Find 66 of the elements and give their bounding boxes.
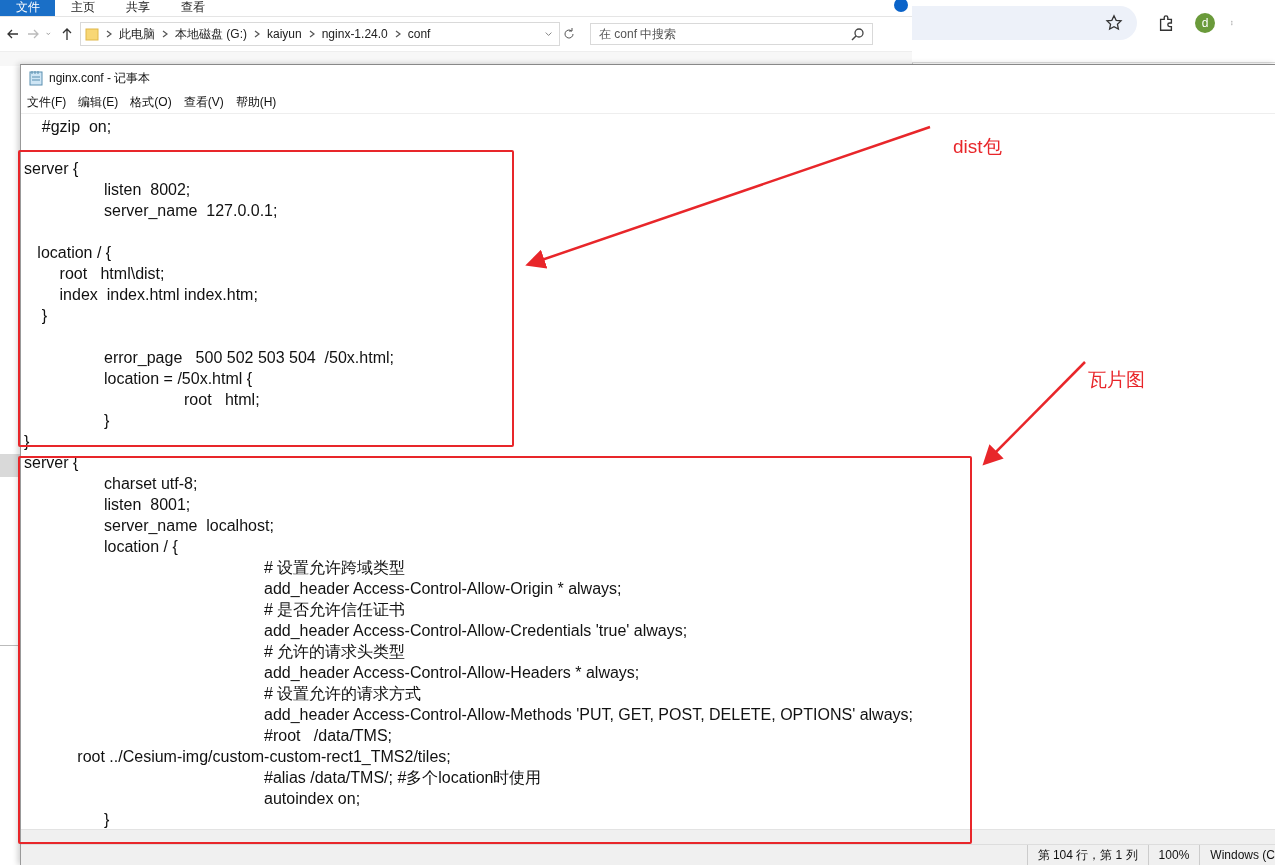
code-line: # 设置允许的请求方式	[263, 684, 422, 704]
code-line: add_header Access-Control-Allow-Methods 'PUT, GET, POST, DELETE, OPTIONS' always;	[263, 705, 913, 725]
code-line: location / {	[103, 537, 178, 557]
chevron-right-icon	[307, 30, 316, 38]
code-line: }	[40, 306, 48, 326]
code-line: }	[103, 411, 110, 431]
breadcrumb[interactable]: conf	[407, 27, 431, 41]
search-icon[interactable]	[851, 27, 865, 41]
annotation-label: 瓦片图	[1088, 368, 1145, 392]
breadcrumb[interactable]: nginx-1.24.0	[321, 27, 388, 41]
code-line: #root /data/TMS;	[263, 726, 393, 746]
code-line: error_page 500 502 503 504 /50x.html;	[103, 348, 394, 368]
chevron-right-icon	[253, 30, 261, 38]
menu-item[interactable]: 查看(V)	[183, 93, 224, 111]
up-arrow-icon[interactable]	[60, 27, 74, 41]
code-line: add_header Access-Control-Allow-Origin * always;	[263, 579, 622, 599]
horizontal-scrollbar[interactable]	[21, 829, 1275, 844]
chevron-right-icon	[393, 30, 402, 38]
menu-item[interactable]: 文件(F)	[27, 93, 67, 111]
annotation-label: dist包	[953, 135, 1002, 159]
code-line: index index.html index.htm;	[58, 285, 258, 305]
code-line: # 允许的请求头类型	[263, 642, 406, 662]
code-line: # 设置允许跨域类型	[263, 558, 406, 578]
window-title: nginx.conf - 记事本	[49, 69, 151, 87]
code-line: }	[103, 810, 110, 829]
back-arrow-icon[interactable]	[6, 27, 20, 41]
chevron-right-icon	[161, 30, 169, 38]
code-line: server {	[24, 159, 79, 179]
breadcrumb[interactable]: 本地磁盘 (G:)	[175, 25, 247, 43]
line-ending: Windows (C	[1199, 845, 1275, 865]
address-bar[interactable]: 此电脑 本地磁盘 (G:) kaiyun nginx-1.24.0 conf	[80, 22, 560, 46]
ribbon-tab[interactable]: 共享	[110, 0, 165, 16]
code-line: add_header Access-Control-Allow-Credentials 'true' always;	[263, 621, 688, 641]
menu-item[interactable]: 编辑(E)	[78, 93, 119, 111]
file-row-highlight	[0, 454, 20, 477]
code-line: charset utf-8;	[103, 474, 198, 494]
folder-icon	[85, 27, 99, 41]
code-line: location = /50x.html {	[103, 369, 253, 389]
code-line: root html;	[183, 390, 260, 410]
code-line: autoindex on;	[263, 789, 361, 809]
menu-item[interactable]: 帮助(H)	[235, 93, 277, 111]
code-line: # 是否允许信任证书	[263, 600, 406, 620]
code-line: add_header Access-Control-Allow-Headers * always;	[263, 663, 640, 683]
ribbon-tab[interactable]: 查看	[165, 0, 220, 16]
puzzle-icon[interactable]	[1157, 14, 1175, 32]
refresh-icon[interactable]	[562, 27, 576, 41]
code-line: location / {	[36, 243, 112, 263]
code-line: server_name localhost;	[103, 516, 274, 536]
search-field[interactable]: 在 conf 中搜索	[590, 23, 873, 45]
chevron-right-icon	[105, 30, 113, 38]
menu-item[interactable]: 格式(O)	[130, 93, 172, 111]
code-line: root html\dist;	[58, 264, 165, 284]
ribbon-tab[interactable]: 主页	[55, 0, 110, 16]
zoom-level: 100%	[1147, 845, 1200, 865]
breadcrumb[interactable]: 此电脑	[119, 25, 155, 43]
code-line: root ../Cesium-img/custom-custom-rect1_TMS2/tiles;	[76, 747, 451, 767]
code-line: server_name 127.0.0.1;	[103, 201, 278, 221]
notepad-icon	[29, 70, 43, 86]
cursor-position: 第 104 行，第 1 列	[1026, 845, 1148, 865]
star-icon[interactable]	[1105, 14, 1123, 32]
ribbon-tab[interactable]: 文件	[0, 0, 55, 16]
breadcrumb[interactable]: kaiyun	[267, 27, 302, 41]
code-line: listen 8001;	[103, 495, 191, 515]
code-line: #alias /data/TMS/; #多个location时使用	[263, 768, 542, 788]
code-line: #gzip on;	[40, 117, 112, 137]
code-line: listen 8002;	[103, 180, 191, 200]
